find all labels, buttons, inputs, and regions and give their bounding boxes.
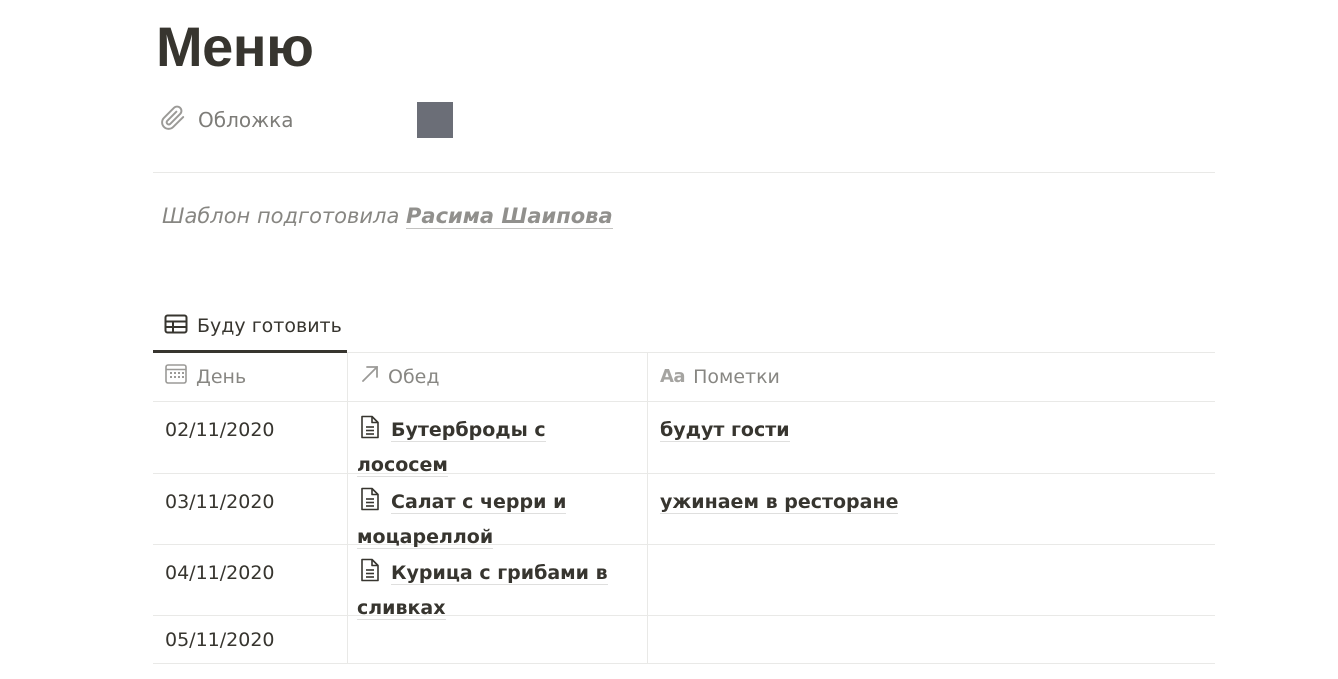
property-label: Обложка [198,108,294,132]
note-cell[interactable]: ужинаем в ресторане [648,474,1215,544]
table-header-row: День Обед Aa Пометки [153,352,1215,402]
column-label: Обед [388,365,440,388]
text-aa-icon: Aa [660,366,686,387]
credit-text: Шаблон подготовила Расима Шаипова [162,204,613,229]
tab-table-view[interactable]: Буду готовить [153,302,347,353]
table-row[interactable]: 04/11/2020 Курица с грибами в сливках [153,545,1215,620]
dish-cell[interactable]: Бутерброды с лососем [348,402,648,477]
date-cell[interactable]: 04/11/2020 [153,545,348,615]
divider [153,172,1215,173]
column-header-notes[interactable]: Aa Пометки [648,352,1215,401]
table-row[interactable]: 03/11/2020 Салат с черри и моцареллой уж… [153,474,1215,549]
note-cell[interactable] [648,616,1215,663]
credit-author-link[interactable]: Расима Шаипова [406,204,613,229]
dish-page-link[interactable]: Бутерброды с лососем [357,419,546,477]
table-row[interactable]: 05/11/2020 [153,616,1215,664]
note-cell[interactable] [648,545,1215,615]
table-row[interactable]: 02/11/2020 Бутерброды с лососем будут го… [153,402,1215,477]
dish-cell[interactable]: Курица с грибами в сливках [348,545,648,620]
page-title[interactable]: Меню [156,8,314,86]
tab-label: Буду готовить [197,315,342,337]
dish-page-link[interactable]: Салат с черри и моцареллой [357,491,567,549]
column-header-day[interactable]: День [153,352,348,401]
date-cell[interactable]: 05/11/2020 [153,616,348,663]
relation-arrow-icon [361,365,388,388]
dish-cell[interactable] [348,616,648,663]
page-icon [359,558,381,592]
database-table: День Обед Aa Пометки 02/11/2020 Бутербро… [153,352,1215,664]
dish-cell[interactable]: Салат с черри и моцареллой [348,474,648,549]
credit-prefix: Шаблон подготовила [162,204,400,228]
date-cell[interactable]: 02/11/2020 [153,402,348,473]
column-label: Пометки [693,365,780,388]
property-name-cover[interactable]: Обложка [160,105,417,136]
database-view-tabs: Буду готовить [153,302,1215,353]
date-cell[interactable]: 03/11/2020 [153,474,348,544]
property-row-cover[interactable]: Обложка [160,100,1214,140]
cover-image-thumbnail[interactable] [417,102,453,138]
note-cell[interactable]: будут гости [648,402,1215,473]
column-header-lunch[interactable]: Обед [348,352,648,401]
paperclip-icon [160,105,198,136]
page-icon [359,487,381,521]
calendar-icon [165,364,196,389]
column-label: День [196,365,247,388]
page: Меню Обложка Шаблон подготовила Расима Ш… [0,0,1338,679]
note-text: ужинаем в ресторане [660,491,899,514]
dish-page-link[interactable]: Курица с грибами в сливках [357,562,608,620]
page-icon [359,415,381,449]
note-text: будут гости [660,419,790,442]
table-icon [153,314,197,339]
